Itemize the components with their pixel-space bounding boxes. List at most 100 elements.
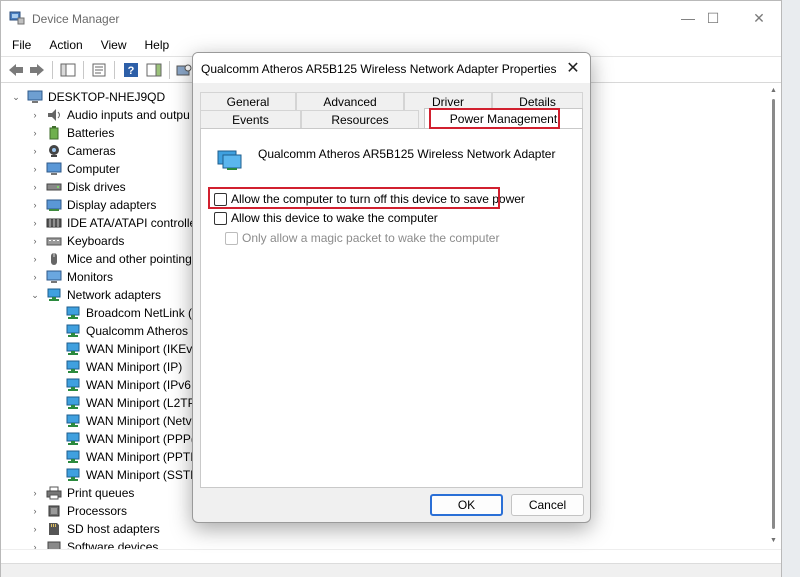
chevron-right-icon[interactable]: › xyxy=(30,182,40,192)
tree-item-label: Network adapters xyxy=(67,288,162,302)
network-adapter-icon xyxy=(66,450,80,463)
chevron-right-icon[interactable]: › xyxy=(30,506,40,516)
chevron-right-icon[interactable]: › xyxy=(30,236,40,246)
show-hide-tree-button[interactable] xyxy=(59,61,77,79)
monitor-icon xyxy=(46,270,62,283)
tree-item-label: Qualcomm Atheros xyxy=(86,324,189,338)
tree-item-label: WAN Miniport (PPP( xyxy=(86,432,195,446)
tree-item-label: Cameras xyxy=(67,144,116,158)
cancel-button[interactable]: Cancel xyxy=(511,494,584,516)
maximize-button[interactable]: ☐ xyxy=(690,1,736,35)
display-adapter-icon xyxy=(46,199,62,211)
tree-item-label: Broadcom NetLink ( xyxy=(86,306,193,320)
close-window-button[interactable]: ✕ xyxy=(736,1,782,35)
dialog-close-button[interactable]: ✕ xyxy=(563,58,583,78)
network-adapter-icon xyxy=(66,396,80,409)
vertical-scrollbar[interactable]: ▲ ▼ xyxy=(767,85,781,549)
toolbar-separator xyxy=(52,61,53,79)
window-title: Device Manager xyxy=(32,12,120,26)
forward-button[interactable] xyxy=(28,61,46,79)
network-adapter-icon xyxy=(66,324,80,337)
scroll-up-icon[interactable]: ▲ xyxy=(770,87,777,94)
action-pane-button[interactable] xyxy=(145,61,163,79)
highlight-turn-off-option xyxy=(208,187,500,209)
chevron-right-icon[interactable]: › xyxy=(30,128,40,138)
tree-item-label: Computer xyxy=(67,162,120,176)
processor-icon xyxy=(48,505,60,517)
chevron-right-icon[interactable]: › xyxy=(30,488,40,498)
toolbar-separator xyxy=(114,61,115,79)
scan-hardware-button[interactable] xyxy=(175,61,193,79)
sd-card-icon xyxy=(49,523,59,535)
network-adapter-icon xyxy=(66,414,80,427)
tab-general[interactable]: General xyxy=(200,92,296,110)
dialog-title-bar: Qualcomm Atheros AR5B125 Wireless Networ… xyxy=(193,53,590,83)
tree-item-label: WAN Miniport (SSTP xyxy=(86,468,199,482)
back-arrow-icon xyxy=(9,64,23,76)
tab-events[interactable]: Events xyxy=(200,110,301,128)
tab-resources[interactable]: Resources xyxy=(301,110,419,128)
menu-action[interactable]: Action xyxy=(38,38,89,52)
dialog-title: Qualcomm Atheros AR5B125 Wireless Networ… xyxy=(201,62,557,76)
tree-item-label: WAN Miniport (IKEv xyxy=(86,342,193,356)
network-adapter-icon xyxy=(66,360,80,373)
disk-drive-icon xyxy=(46,183,62,191)
tree-item-label: Processors xyxy=(67,504,128,518)
title-bar: Device Manager — ☐ ✕ xyxy=(1,1,781,35)
action-pane-icon xyxy=(146,63,162,77)
allow-wake-checkbox[interactable] xyxy=(214,211,227,225)
magic-packet-checkbox xyxy=(225,231,238,245)
properties-dialog: Qualcomm Atheros AR5B125 Wireless Networ… xyxy=(192,52,591,523)
chevron-right-icon[interactable]: › xyxy=(30,542,40,549)
tree-item-label: WAN Miniport (IP) xyxy=(86,360,183,374)
tree-item-label: Print queues xyxy=(67,486,135,500)
chevron-right-icon[interactable]: › xyxy=(30,218,40,228)
keyboard-icon xyxy=(46,237,62,246)
close-icon: ✕ xyxy=(566,60,580,77)
allow-wake-label: Allow this device to wake the computer xyxy=(231,211,438,225)
magic-packet-option: Only allow a magic packet to wake the co… xyxy=(225,230,499,246)
network-adapter-icon xyxy=(66,468,80,481)
menu-file[interactable]: File xyxy=(1,38,38,52)
tree-item-label: Batteries xyxy=(67,126,115,140)
camera-icon xyxy=(49,145,59,157)
status-bar xyxy=(1,563,781,577)
chevron-right-icon[interactable]: › xyxy=(30,272,40,282)
tab-advanced[interactable]: Advanced xyxy=(296,92,404,110)
menu-view[interactable]: View xyxy=(90,38,134,52)
chevron-right-icon[interactable]: › xyxy=(30,254,40,264)
properties-icon xyxy=(92,63,106,77)
scrollbar-thumb[interactable] xyxy=(772,99,775,529)
properties-button[interactable] xyxy=(90,61,108,79)
chevron-right-icon[interactable]: › xyxy=(30,110,40,120)
chevron-right-icon[interactable]: › xyxy=(30,524,40,534)
tree-item-label: WAN Miniport (IPv6 xyxy=(86,378,191,392)
help-button[interactable]: ? xyxy=(122,61,140,79)
printer-icon xyxy=(46,486,62,500)
tree-item-label: WAN Miniport (Netv xyxy=(86,414,192,428)
network-adapter-icon xyxy=(47,288,61,301)
tree-pane-icon xyxy=(60,63,76,77)
allow-wake-option[interactable]: Allow this device to wake the computer xyxy=(214,210,438,226)
device-manager-icon xyxy=(9,11,25,25)
chevron-down-icon[interactable]: ⌄ xyxy=(11,92,21,102)
tree-item-label: Audio inputs and outpu xyxy=(67,108,190,122)
scroll-down-icon[interactable]: ▼ xyxy=(770,537,777,544)
battery-icon xyxy=(49,126,59,140)
magic-packet-label: Only allow a magic packet to wake the co… xyxy=(242,231,500,245)
chevron-right-icon[interactable]: › xyxy=(30,200,40,210)
back-button[interactable] xyxy=(7,61,25,79)
chevron-down-icon[interactable]: ⌄ xyxy=(30,290,40,300)
menu-help[interactable]: Help xyxy=(134,38,177,52)
network-adapter-icon xyxy=(217,150,242,170)
forward-arrow-icon xyxy=(30,64,44,76)
ok-button[interactable]: OK xyxy=(430,494,503,516)
tree-item-label: Monitors xyxy=(67,270,114,284)
toolbar-separator xyxy=(169,61,170,79)
chevron-right-icon[interactable]: › xyxy=(30,164,40,174)
tree-item-label: Software devices xyxy=(67,540,159,549)
computer-icon xyxy=(27,90,43,103)
horizontal-scrollbar[interactable] xyxy=(1,549,781,563)
speaker-icon xyxy=(48,109,60,121)
chevron-right-icon[interactable]: › xyxy=(30,146,40,156)
